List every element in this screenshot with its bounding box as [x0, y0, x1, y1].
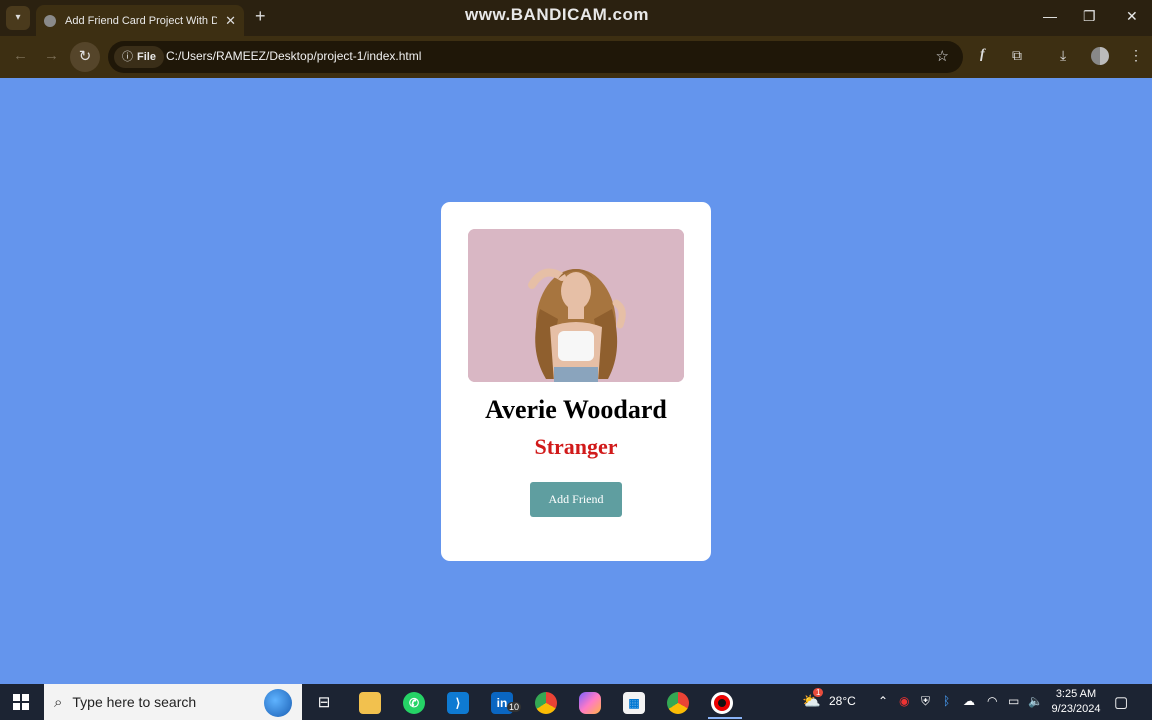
- friend-name: Averie Woodard: [485, 395, 667, 424]
- extensions-icon[interactable]: ⧉: [1012, 47, 1022, 64]
- forward-icon[interactable]: →: [44, 47, 59, 64]
- linkedin-badge: 10: [507, 702, 522, 712]
- taskbar-clock[interactable]: 3:25 AM 9/23/2024: [1050, 687, 1102, 717]
- browser-tab[interactable]: Add Friend Card Project With D ✕: [36, 5, 244, 36]
- weather-badge: 1: [813, 688, 824, 697]
- chrome-active-icon[interactable]: [667, 692, 689, 714]
- bluetooth-icon[interactable]: ᛒ: [943, 694, 950, 708]
- url-text[interactable]: C:/Users/RAMEEZ/Desktop/project-1/index.…: [166, 49, 421, 63]
- chevron-up-icon[interactable]: ⌃: [878, 694, 888, 708]
- bandicam-watermark: www.BANDICAM.com: [465, 5, 649, 24]
- browser-toolbar: ← → ↻ ⓘ File C:/Users/RAMEEZ/Desktop/proj…: [0, 36, 1152, 78]
- profile-icon[interactable]: [1091, 47, 1109, 65]
- profile-photo-image: [468, 229, 684, 382]
- tab-close-icon[interactable]: ✕: [225, 13, 236, 29]
- favicon-icon: [44, 14, 56, 27]
- font-icon[interactable]: f: [980, 47, 985, 63]
- battery-icon[interactable]: ▭: [1008, 694, 1019, 708]
- reload-icon[interactable]: ↻: [70, 42, 100, 72]
- security-icon[interactable]: ⛨: [921, 694, 930, 709]
- info-icon: ⓘ: [122, 51, 133, 63]
- back-icon[interactable]: ←: [13, 47, 28, 64]
- whatsapp-icon[interactable]: ✆: [403, 692, 425, 714]
- chrome-icon[interactable]: [535, 692, 557, 714]
- search-highlight-icon: [264, 689, 292, 717]
- new-tab-button[interactable]: +: [255, 6, 266, 27]
- vscode-icon[interactable]: ⟩: [447, 692, 469, 714]
- file-chip-label: File: [137, 51, 156, 63]
- friend-card: Averie Woodard Stranger Add Friend: [441, 202, 711, 561]
- download-icon[interactable]: ⤓: [1060, 47, 1066, 64]
- browser-titlebar: ▾ Add Friend Card Project With D ✕ + www…: [0, 0, 1152, 36]
- cloud-sync-icon[interactable]: ☁: [963, 694, 975, 708]
- site-info-chip[interactable]: ⓘ File: [114, 46, 164, 68]
- clock-time: 3:25 AM: [1055, 688, 1097, 700]
- friend-status: Stranger: [534, 434, 618, 459]
- menu-icon[interactable]: ⋮: [1129, 47, 1143, 64]
- tab-menu-icon[interactable]: ▾: [6, 6, 30, 30]
- restore-button[interactable]: ❐: [1083, 8, 1096, 25]
- temperature[interactable]: 28°C: [829, 694, 856, 708]
- search-placeholder: Type here to search: [72, 694, 197, 710]
- add-friend-button[interactable]: Add Friend: [530, 482, 622, 517]
- notification-icon[interactable]: ▢: [1114, 693, 1128, 711]
- address-bar[interactable]: ⓘ File C:/Users/RAMEEZ/Desktop/project-1/…: [108, 41, 963, 73]
- store-icon[interactable]: ▦: [623, 692, 645, 714]
- recording-tray-icon[interactable]: ◉: [899, 694, 909, 708]
- task-view-icon[interactable]: ⊟: [313, 692, 335, 714]
- profile-photo: [468, 229, 684, 382]
- close-window-button[interactable]: ✕: [1126, 8, 1138, 25]
- volume-icon[interactable]: 🔈: [1028, 694, 1043, 708]
- tab-title: Add Friend Card Project With D: [65, 14, 217, 27]
- copilot-icon[interactable]: [579, 692, 601, 714]
- star-icon[interactable]: ☆: [936, 47, 949, 65]
- windows-start-icon[interactable]: [13, 694, 29, 710]
- clock-date: 9/23/2024: [1051, 703, 1101, 715]
- taskbar-search[interactable]: ⌕ Type here to search: [44, 684, 302, 720]
- record-icon[interactable]: [708, 692, 742, 719]
- file-explorer-icon[interactable]: [359, 692, 381, 714]
- taskbar: ⌕ Type here to search ⊟ ✆ ⟩ in 10 ▦ ⛅ 1 …: [0, 684, 1152, 720]
- search-icon: ⌕: [54, 693, 63, 711]
- minimize-button[interactable]: —: [1043, 8, 1057, 24]
- wifi-icon[interactable]: ◠: [987, 694, 997, 708]
